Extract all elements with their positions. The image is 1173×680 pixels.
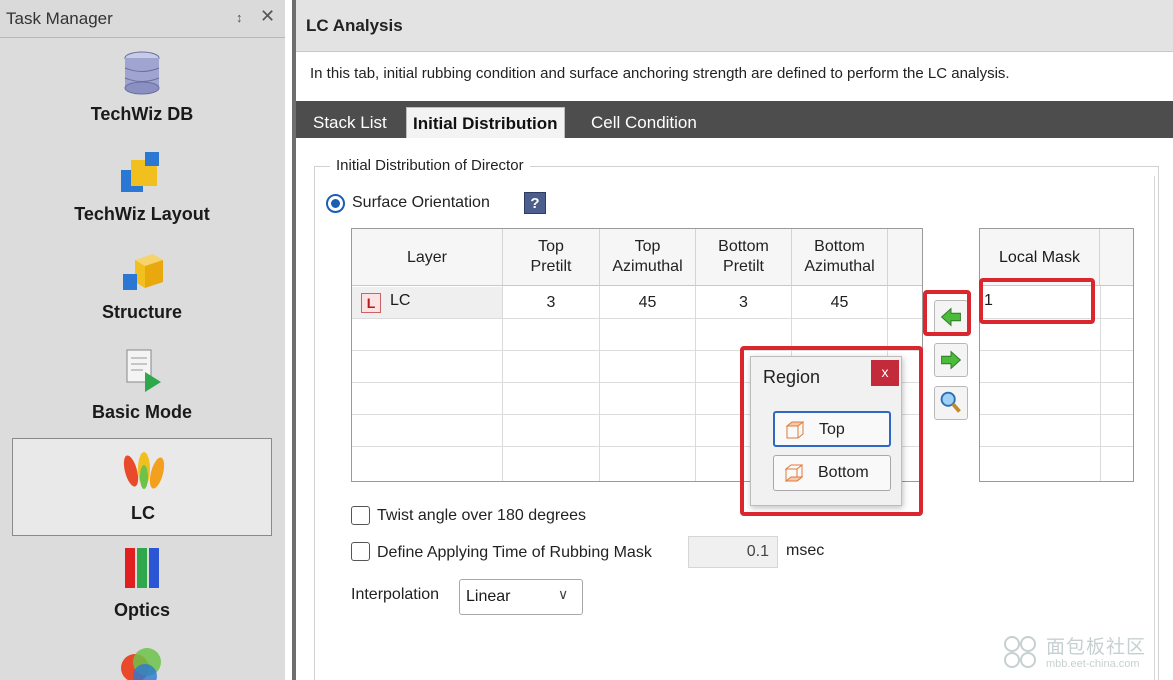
column-header-top-pretilt[interactable]: Top Pretilt [503,229,600,286]
twist-angle-checkbox[interactable] [351,506,370,525]
table-row[interactable]: L LC 3 45 3 45 [352,287,922,319]
database-icon [124,51,160,95]
task-item-label: TechWiz DB [90,104,194,124]
watermark-logo-icon [1004,636,1036,668]
help-icon[interactable]: ? [524,192,546,214]
top-pretilt-cell[interactable]: 3 [503,287,599,318]
highlight-box [979,278,1095,324]
task-manager-title: Task Manager [6,9,113,28]
watermark-subtitle: mbb.eet-china.com [1046,658,1140,670]
tab-cell-condition[interactable]: Cell Condition [591,107,697,138]
layer-name: LC [390,292,411,309]
layer-type-badge: L [361,293,381,313]
table-row[interactable] [980,447,1133,479]
rubbing-time-unit: msec [786,542,825,559]
tab-stack-list[interactable]: Stack List [313,107,387,138]
column-header-filler [1100,229,1133,286]
description-text: In this tab, initial rubbing condition a… [310,65,1010,82]
local-mask-table[interactable]: Local Mask 1 [979,228,1134,482]
task-item-label: Basic Mode [91,402,193,422]
lc-analysis-panel: LC Analysis In this tab, initial rubbing… [292,0,1173,680]
tab-initial-distribution[interactable]: Initial Distribution [406,107,565,138]
layer-cell[interactable]: L LC [352,287,502,318]
column-header-layer[interactable]: Layer [352,229,503,286]
top-azimuthal-cell[interactable]: 45 [600,287,695,318]
optics-icon [125,548,159,588]
group-title: Initial Distribution of Director [330,157,530,174]
column-header-bottom-azimuthal[interactable]: Bottom Azimuthal [792,229,888,286]
task-manager-list: TechWiz DB TechWiz Layout Structure Basi… [0,38,285,680]
structure-cube-icon [123,254,163,290]
lc-icon [123,452,165,489]
task-item-optics[interactable]: Optics [12,536,272,634]
search-button[interactable] [934,386,968,420]
apply-right-button[interactable] [934,343,968,377]
task-item-techwiz-db[interactable]: TechWiz DB [12,40,272,138]
bottom-azimuthal-cell[interactable]: 45 [792,287,887,318]
basic-mode-icon [126,349,161,392]
task-item-basic-mode[interactable]: Basic Mode [12,338,272,436]
task-item-structure[interactable]: Structure [12,238,272,336]
interpolation-value: Linear [466,588,511,605]
table-row[interactable] [980,415,1133,447]
watermark: 面包板社区 mbb.eet-china.com [1000,630,1170,678]
interpolation-select[interactable]: Linear ∨ [459,579,583,615]
highlight-box [923,290,971,336]
panel-title: LC Analysis [306,16,403,35]
task-item-techwiz-layout[interactable]: TechWiz Layout [12,140,272,238]
arrow-right-icon [941,350,962,370]
tab-content: Initial Distribution of Director Surface… [296,138,1173,680]
column-header-top-azimuthal[interactable]: Top Azimuthal [600,229,696,286]
task-item-label: TechWiz Layout [74,204,210,224]
twist-angle-label: Twist angle over 180 degrees [377,507,587,524]
pin-icon[interactable]: ↕ [236,10,243,25]
bottom-pretilt-cell[interactable]: 3 [696,287,791,318]
table-row[interactable] [980,383,1133,415]
magnifier-icon [940,391,961,413]
rubbing-time-checkbox[interactable] [351,542,370,561]
watermark-title: 面包板社区 [1046,637,1147,658]
color-circles-icon [121,648,161,680]
description-bar: In this tab, initial rubbing condition a… [296,52,1173,101]
column-header-filler [888,229,922,286]
divider [1154,176,1155,680]
close-icon[interactable]: ✕ [260,6,275,27]
panel-header: LC Analysis [296,0,1173,52]
interpolation-label: Interpolation [351,586,440,603]
rubbing-time-input[interactable]: 0.1 [688,536,778,568]
surface-orientation-radio[interactable] [326,194,345,213]
column-header-bottom-pretilt[interactable]: Bottom Pretilt [696,229,792,286]
task-item-color[interactable] [12,634,272,680]
task-manager-panel: Task Manager ↕ ✕ TechWiz DB TechWiz Layo… [0,0,285,680]
surface-orientation-label: Surface Orientation [352,194,490,211]
chevron-down-icon: ∨ [558,586,569,602]
layout-icon [121,152,159,192]
task-manager-header: Task Manager ↕ ✕ [0,0,285,38]
highlight-box [740,346,923,516]
task-item-label: Structure [101,302,182,322]
task-item-lc[interactable]: LC [12,438,272,536]
task-item-label: LC [131,503,155,523]
tab-bar: Stack List Initial Distribution Cell Con… [296,101,1173,138]
table-row[interactable] [980,351,1133,383]
rubbing-time-label: Define Applying Time of Rubbing Mask [377,544,652,561]
task-item-label: Optics [113,600,170,620]
